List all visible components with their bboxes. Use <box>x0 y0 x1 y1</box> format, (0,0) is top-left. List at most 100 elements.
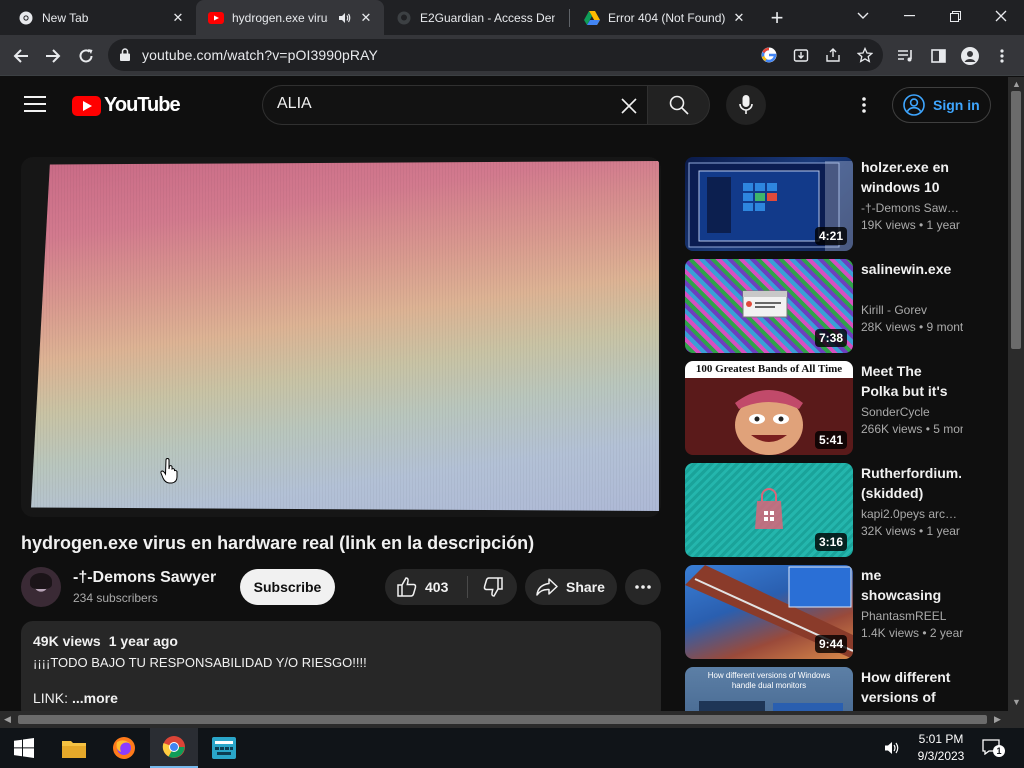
profile-icon[interactable] <box>959 45 981 67</box>
notification-badge: 1 <box>993 745 1005 757</box>
search-input[interactable] <box>277 95 597 113</box>
windows-logo-icon <box>14 738 34 758</box>
notification-center-icon[interactable]: 1 <box>982 739 1005 759</box>
tab-new-tab[interactable]: New Tab ✕ <box>6 0 196 35</box>
recommendation-meta: 28K views • 9 months ago <box>861 320 963 334</box>
recommendation-title[interactable]: me showcasing some viruses <box>861 565 961 605</box>
sign-in-button[interactable]: Sign in <box>892 87 991 123</box>
tab-title: hydrogen.exe virus en hardware real <box>232 10 328 25</box>
recommendation-title[interactable]: How different versions of Windows handle… <box>861 667 961 707</box>
recommendation-item[interactable]: 3:16 Rutherfordium.exe (skidded) kapi2.0… <box>685 463 985 557</box>
lock-icon[interactable] <box>120 48 130 66</box>
close-window-icon[interactable] <box>978 0 1024 32</box>
forward-icon[interactable] <box>40 43 66 69</box>
show-more-link[interactable]: ...more <box>72 690 118 706</box>
subscribe-button[interactable]: Subscribe <box>240 569 335 605</box>
recommendation-title[interactable]: salinewin.exe <box>861 259 961 279</box>
recommendation-item[interactable]: How different versions of Windows handle… <box>685 667 985 711</box>
recommendation-item[interactable]: 9:44 me showcasing some viruses Phantasm… <box>685 565 985 659</box>
bookmark-star-icon[interactable] <box>856 46 874 64</box>
recommendation-title[interactable]: holzer.exe en windows 10 real hardware <box>861 157 961 197</box>
recommendation-channel[interactable]: PhantasmREEL <box>861 609 963 623</box>
share-button[interactable]: Share <box>525 569 617 605</box>
more-actions-button[interactable] <box>625 569 661 605</box>
restore-icon[interactable] <box>932 0 978 32</box>
description-box[interactable]: 49K views 1 year ago ¡¡¡¡TODO BAJO TU RES… <box>21 621 661 721</box>
media-controls-icon[interactable] <box>895 45 917 67</box>
duration-badge: 3:16 <box>814 533 847 551</box>
start-button[interactable] <box>0 728 48 768</box>
youtube-logo[interactable]: YouTube <box>72 94 181 117</box>
volume-icon[interactable] <box>884 740 900 761</box>
voice-search-button[interactable] <box>726 85 766 125</box>
recommendation-meta: 32K views • 1 year ago <box>861 524 963 538</box>
duration-badge: 7:38 <box>814 329 847 347</box>
side-panel-icon[interactable] <box>927 45 949 67</box>
google-lens-icon[interactable] <box>760 46 778 64</box>
search-button[interactable] <box>647 85 710 125</box>
scroll-down-icon[interactable]: ▼ <box>1012 697 1021 707</box>
like-button[interactable]: 403 <box>385 569 467 605</box>
video-thumbnail[interactable]: How different versions of Windows handle… <box>685 667 853 711</box>
channel-avatar[interactable] <box>21 567 61 607</box>
recommendation-title[interactable]: Meet The Polka but it's in 2023 <box>861 361 961 401</box>
scroll-up-icon[interactable]: ▲ <box>1012 79 1021 89</box>
video-thumbnail[interactable]: 9:44 <box>685 565 853 659</box>
scroll-right-icon[interactable]: ▶ <box>994 714 1001 725</box>
url-text: youtube.com/watch?v=pOI3990pRAY <box>142 47 378 63</box>
recommendation-item[interactable]: 7:38 salinewin.exe Kirill - Gorev 28K vi… <box>685 259 985 353</box>
dislike-button[interactable] <box>469 569 517 605</box>
chrome-taskbar-icon[interactable] <box>150 728 198 768</box>
scroll-left-icon[interactable]: ◀ <box>4 714 11 725</box>
close-icon[interactable]: ✕ <box>731 10 747 26</box>
clear-search-icon[interactable] <box>617 94 641 118</box>
duration-badge: 9:44 <box>814 635 847 653</box>
channel-name[interactable]: -†-Demons Sawyer <box>73 569 223 587</box>
reload-icon[interactable] <box>73 43 99 69</box>
tab-title: Error 404 (Not Found)!!1 <box>608 10 725 25</box>
recommendation-channel[interactable]: kapi2.0peys archive <box>861 507 963 521</box>
close-icon[interactable]: ✕ <box>358 10 374 26</box>
tab-youtube[interactable]: hydrogen.exe virus en hardware real ✕ <box>196 0 384 35</box>
video-thumbnail[interactable]: 4:21 <box>685 157 853 251</box>
video-thumbnail[interactable]: 7:38 <box>685 259 853 353</box>
search-box <box>262 85 647 125</box>
recommendation-channel[interactable]: SonderCycle <box>861 405 963 419</box>
recommendation-channel[interactable]: -†-Demons Sawyer <box>861 201 963 215</box>
close-icon[interactable]: ✕ <box>170 10 186 26</box>
tab-search-icon[interactable] <box>840 0 886 32</box>
firefox-icon[interactable] <box>100 728 148 768</box>
video-player[interactable] <box>21 157 661 517</box>
settings-more-icon[interactable] <box>852 93 876 117</box>
video-thumbnail[interactable]: 3:16 <box>685 463 853 557</box>
tab-error-404[interactable]: Error 404 (Not Found)!!1 ✕ <box>572 0 757 35</box>
vertical-scrollbar[interactable]: ▲ ▼ <box>1008 77 1024 711</box>
video-thumbnail[interactable]: 100 Greatest Bands of All Time 5:41 <box>685 361 853 455</box>
chrome-menu-icon[interactable] <box>991 45 1013 67</box>
browser-toolbar: youtube.com/watch?v=pOI3990pRAY <box>0 35 1024 76</box>
recommendation-meta: 1.4K views • 2 years ago <box>861 626 963 640</box>
scrollbar-thumb[interactable] <box>18 715 987 724</box>
address-bar[interactable]: youtube.com/watch?v=pOI3990pRAY <box>108 39 883 71</box>
chrome-icon <box>18 10 34 26</box>
share-arrow-icon <box>536 578 558 596</box>
share-page-icon[interactable] <box>824 46 842 64</box>
tab-separator <box>569 9 570 27</box>
recommendation-title[interactable]: Rutherfordium.exe (skidded) <box>861 463 961 503</box>
system-clock[interactable]: 5:01 PM 9/3/2023 <box>910 731 972 765</box>
back-icon[interactable] <box>8 43 34 69</box>
menu-icon[interactable] <box>24 96 46 114</box>
recommendation-channel[interactable]: Kirill - Gorev <box>861 303 963 317</box>
recommendation-item[interactable]: 100 Greatest Bands of All Time 5:41 Meet… <box>685 361 985 455</box>
scrollbar-thumb[interactable] <box>1011 91 1021 349</box>
horizontal-scrollbar[interactable]: ◀ ▶ <box>0 711 1008 728</box>
keyboard-app-icon[interactable] <box>200 728 248 768</box>
install-app-icon[interactable] <box>792 46 810 64</box>
file-explorer-icon[interactable] <box>50 728 98 768</box>
new-tab-button[interactable]: + <box>765 5 789 30</box>
recommendation-item[interactable]: 4:21 holzer.exe en windows 10 real hardw… <box>685 157 985 251</box>
minimize-icon[interactable] <box>886 0 932 32</box>
speaker-icon[interactable] <box>336 10 352 26</box>
tab-e2guardian[interactable]: E2Guardian - Access Denied <box>384 0 569 35</box>
video-meta: 49K views 1 year ago <box>33 633 649 649</box>
